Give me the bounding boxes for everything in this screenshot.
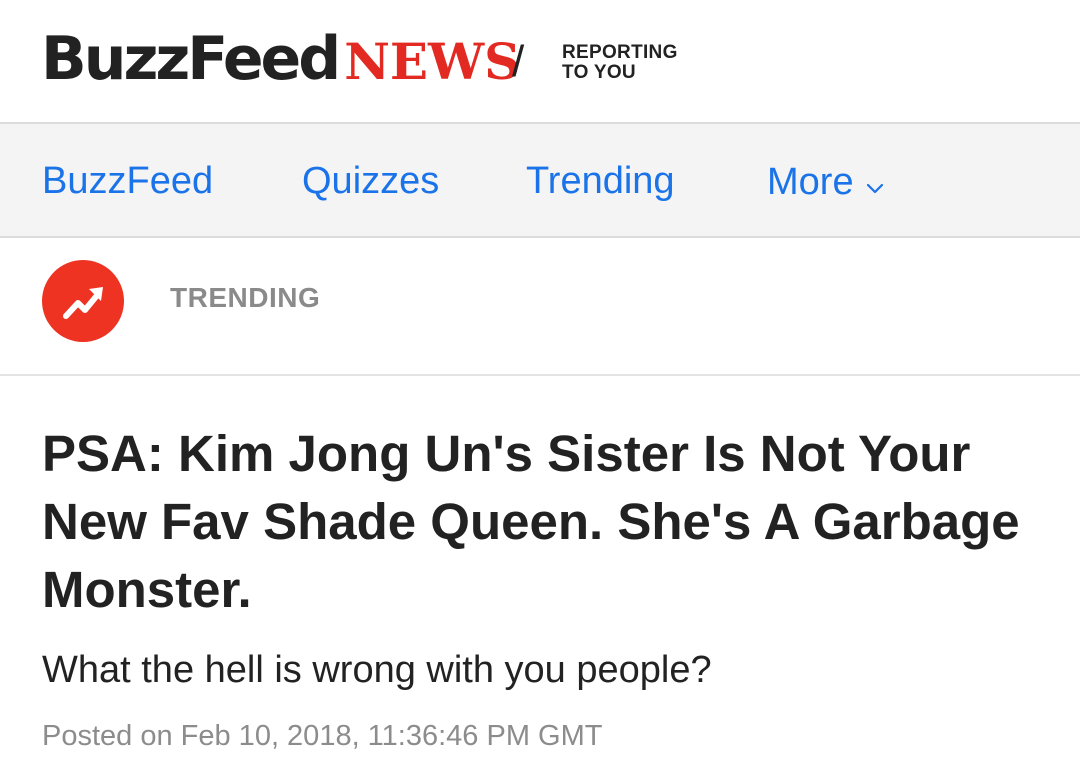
site-header: BuzzFeed NEWS / REPORTING TO YOU [0, 0, 1080, 124]
nav-item-trending[interactable]: Trending [526, 160, 675, 202]
trending-label[interactable]: TRENDING [170, 282, 320, 314]
nav-item-quizzes[interactable]: Quizzes [302, 160, 439, 202]
trending-arrow-icon [63, 287, 103, 319]
trending-badge[interactable] [42, 260, 124, 342]
tagline-line-2: TO YOU [562, 62, 636, 83]
main-nav: BuzzFeed Quizzes Trending More [0, 124, 1080, 238]
logo-wordmark-buzzfeed: BuzzFeed [41, 24, 341, 94]
nav-item-buzzfeed[interactable]: BuzzFeed [42, 160, 213, 202]
logo-wordmark-news: NEWS [344, 32, 521, 91]
trending-section: TRENDING [0, 238, 1080, 376]
tagline-line-1: REPORTING [562, 42, 678, 63]
buzzfeed-news-logo[interactable]: BuzzFeed NEWS [41, 24, 520, 94]
nav-item-more-label: More [767, 161, 854, 203]
nav-item-more[interactable]: More [767, 160, 884, 204]
article-timestamp: Posted on Feb 10, 2018, 11:36:46 PM GMT [42, 720, 603, 752]
chevron-down-icon [866, 162, 884, 204]
article-dek: What the hell is wrong with you people? [42, 649, 712, 691]
article-headline: PSA: Kim Jong Un's Sister Is Not Your Ne… [42, 425, 1020, 618]
logo-separator: / [512, 37, 525, 86]
tagline: REPORTING TO YOU [562, 43, 678, 83]
